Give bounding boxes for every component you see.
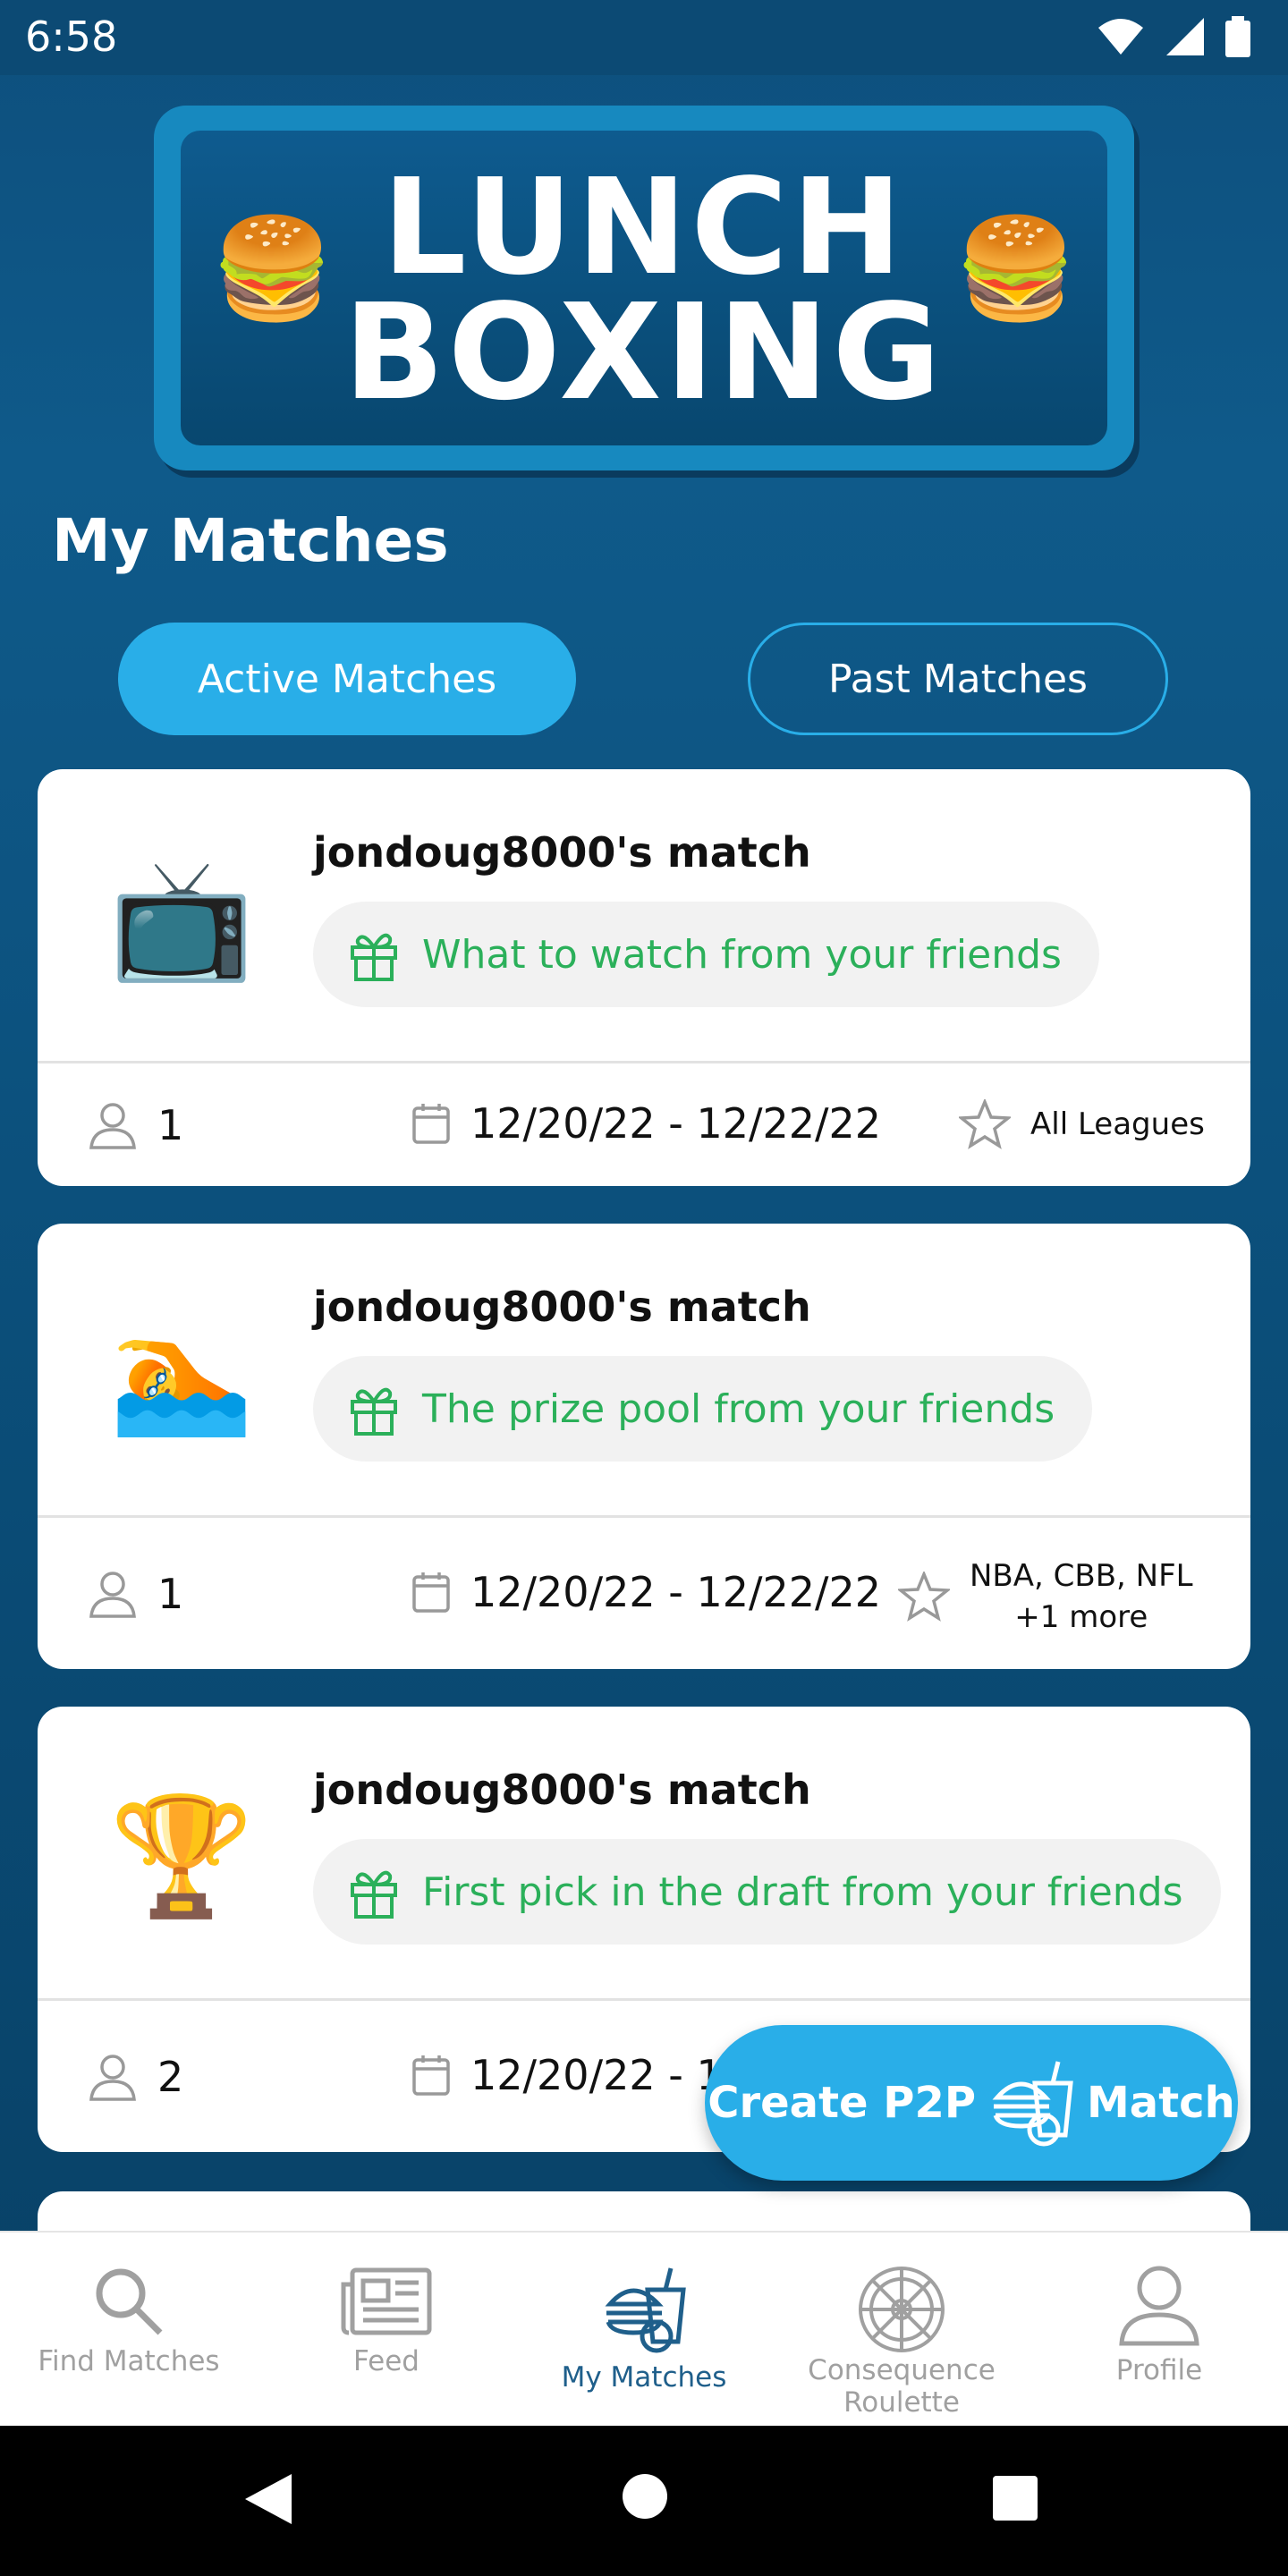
trophy-icon: 🏆 [109,1787,254,1924]
nav-find-matches[interactable]: Find Matches [0,2233,258,2428]
match-card-header: 📺 jondoug8000's match What to watch from… [38,769,1250,1063]
home-icon[interactable] [621,2472,669,2521]
prize-pill: What to watch from your friends [313,902,1099,1007]
nav-label: Find Matches [38,2345,220,2377]
dates-stat: 12/20/22 - 12/22/22 [411,1099,881,1148]
match-card[interactable]: 🏊 jondoug8000's match The prize pool fro… [38,1224,1250,1669]
logo-text: LUNCH BOXING [181,150,1107,429]
participants-count: 1 [157,1101,184,1149]
date-range: 12/20/22 - 12/22/22 [470,1568,882,1616]
gift-icon [351,933,397,981]
fab-label-left: Create P2P [708,2078,977,2128]
tab-active-label: Active Matches [197,656,497,702]
lunch-boxing-logo: 🍔 🍔 LUNCH BOXING [154,106,1134,470]
nav-consequence-roulette[interactable]: Consequence Roulette [773,2233,1030,2428]
match-card-footer: 1 12/20/22 - 12/22/22 NBA, CBB, NFL +1 m… [38,1518,1250,1669]
tab-past-label: Past Matches [828,656,1088,702]
prize-pill: First pick in the draft from your friend… [313,1839,1221,1945]
newspaper-icon [341,2267,432,2335]
prize-text: The prize pool from your friends [422,1385,1055,1432]
status-bar: 6:58 [0,0,1288,75]
person-icon [1119,2266,1199,2346]
lunch-box-icon [992,2061,1073,2147]
nav-label: My Matches [561,2361,727,2394]
system-nav-bar [0,2426,1288,2576]
match-card-header: 🏆 jondoug8000's match First pick in the … [38,1707,1250,2001]
leagues-label: NBA, CBB, NFL +1 more [970,1555,1193,1638]
match-title: jondoug8000's match [313,1766,811,1814]
calendar-icon [412,1572,450,1613]
recents-icon[interactable] [991,2474,1039,2522]
leagues-label: All Leagues [1030,1106,1205,1142]
dates-stat: 12/20/22 - 12/22/22 [411,1568,881,1616]
tab-active-matches[interactable]: Active Matches [118,623,576,735]
star-icon [898,1572,950,1622]
leagues-stat: All Leagues [959,1099,1205,1149]
gift-icon [351,1387,397,1436]
wifi-icon [1098,19,1143,55]
prize-text: First pick in the draft from your friend… [422,1868,1183,1915]
participants-stat: 2 [86,2051,183,2103]
nav-label: Profile [1115,2354,1203,2386]
participants-stat: 1 [86,1568,183,1620]
logo-line-2: BOXING [343,275,945,429]
nav-label: Consequence Roulette [808,2354,996,2419]
leagues-more: +1 more [1014,1599,1148,1635]
participants-stat: 1 [86,1099,183,1151]
user-icon [89,1572,136,1618]
create-p2p-match-button[interactable]: Create P2P Match [705,2025,1238,2181]
bottom-nav: Find Matches Feed My Matches Consequence… [0,2231,1288,2428]
nav-feed[interactable]: Feed [258,2233,515,2428]
participants-count: 2 [157,2053,184,2101]
leagues-stat: NBA, CBB, NFL +1 more [898,1555,1193,1638]
user-icon [89,2055,136,2101]
gift-icon [351,1870,397,1919]
signal-icon [1166,18,1204,55]
nav-my-matches[interactable]: My Matches [515,2233,773,2428]
search-icon [96,2268,163,2335]
participants-count: 1 [157,1570,184,1618]
fab-label-right: Match [1087,2078,1235,2128]
prize-text: What to watch from your friends [422,931,1062,978]
pool-icon: 🏊 [109,1304,254,1441]
match-title: jondoug8000's match [313,828,811,877]
tab-past-matches[interactable]: Past Matches [748,623,1168,735]
user-icon [89,1103,136,1149]
tv-icon: 📺 [109,850,254,987]
calendar-icon [412,1104,450,1144]
calendar-icon [412,2055,450,2096]
match-title: jondoug8000's match [313,1283,811,1331]
star-icon [959,1099,1011,1149]
nav-profile[interactable]: Profile [1030,2233,1288,2428]
logo-panel: 🍔 🍔 LUNCH BOXING [181,131,1107,445]
status-icons [1097,16,1250,57]
page-title: My Matches [52,506,449,575]
status-time: 6:58 [25,13,118,61]
match-card-footer: 1 12/20/22 - 12/22/22 All Leagues [38,1063,1250,1186]
match-card-header: 🏊 jondoug8000's match The prize pool fro… [38,1224,1250,1518]
lunch-box-icon [605,2267,686,2353]
back-icon[interactable] [242,2470,295,2528]
leagues-list: NBA, CBB, NFL [970,1558,1193,1594]
logo-line-1: LUNCH [382,150,906,304]
date-range: 12/20/22 - 12/22/22 [470,1099,882,1148]
battery-icon [1225,16,1250,57]
nav-label: Feed [353,2345,419,2377]
roulette-wheel-icon [859,2267,945,2352]
match-card[interactable]: 📺 jondoug8000's match What to watch from… [38,769,1250,1186]
prize-pill: The prize pool from your friends [313,1356,1093,1462]
